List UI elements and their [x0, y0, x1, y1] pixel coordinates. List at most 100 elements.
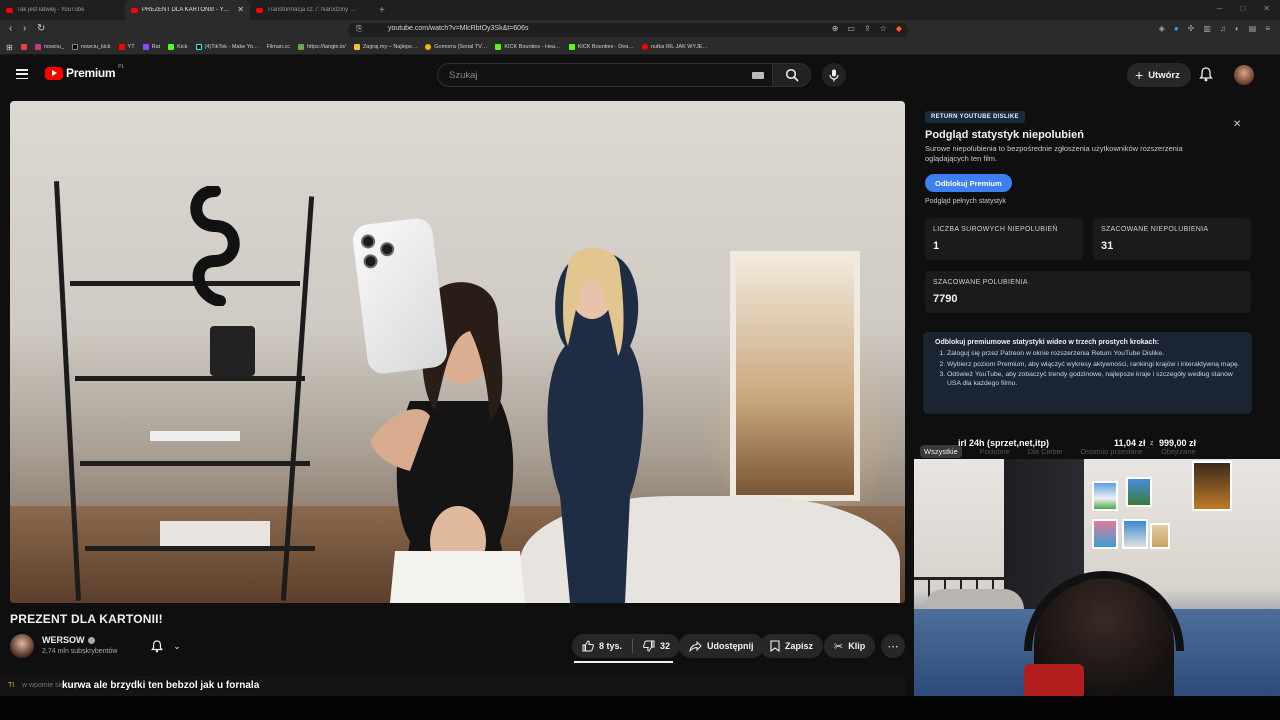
bookmark-label: (4)TikTok - Make Yo…	[204, 44, 259, 50]
bookmark-item[interactable]: nowciu_kick	[71, 44, 111, 50]
chevron-down-icon: ⌄	[173, 640, 181, 651]
bookmark-item[interactable]: Gomorra (Serial TV…	[425, 44, 487, 50]
extensions-area: ◈ ● ✣ ▥ ♫ ◐ ▤ ≡	[1159, 24, 1270, 33]
keyboard-icon[interactable]	[752, 72, 764, 79]
create-button[interactable]: + Utwórz	[1127, 63, 1191, 87]
video-scene-doorway	[730, 251, 860, 501]
forward-icon[interactable]: ›	[23, 23, 26, 34]
menu-icon[interactable]: ≡	[1265, 24, 1270, 33]
tab-title: PREZENT DLA KARTONII! - YouTube	[142, 7, 232, 13]
bookmark-item[interactable]: KICK Bounties - Dea…	[568, 44, 634, 50]
streamer-webcam-overlay	[914, 459, 1280, 696]
screen-icon[interactable]: ▭	[847, 24, 855, 33]
channel-avatar[interactable]	[10, 634, 34, 658]
dislike-button[interactable]: 32	[633, 640, 680, 652]
close-icon[interactable]: ✕	[1233, 119, 1241, 130]
step-item: Odśwież YouTube, aby zobaczyć trendy god…	[947, 371, 1240, 388]
bookmark-label: YT	[127, 44, 135, 50]
video-player[interactable]	[10, 101, 905, 603]
window-controls: ─ □ ✕	[1217, 4, 1270, 13]
goal-amount: 11,04 zł	[1114, 438, 1146, 448]
bookmark-item[interactable]: Zagraj.my – Najleps…	[353, 44, 418, 50]
save-button[interactable]: Zapisz	[760, 634, 824, 658]
sculpture-decor	[190, 186, 240, 306]
share-button[interactable]: Udostępnij	[679, 634, 764, 658]
create-label: Utwórz	[1148, 69, 1180, 81]
kick-icon	[568, 44, 575, 50]
clip-label: Klip	[848, 641, 866, 651]
extension-icon[interactable]: ●	[1174, 24, 1179, 33]
share-icon[interactable]: ⇪	[864, 24, 871, 33]
browser-tab-1[interactable]: Tak jest łatwiej - YouTube	[0, 0, 125, 20]
ryd-badge: RETURN YOUTUBE DISLIKE	[925, 111, 1025, 123]
sidebar-icon[interactable]: ▥	[1203, 24, 1211, 33]
zoom-icon[interactable]: ⊕	[832, 24, 839, 33]
extension-icon[interactable]: ◈	[1159, 24, 1165, 33]
bookmark-item[interactable]: https://tangle.io/	[297, 44, 346, 50]
like-ratio-bar	[574, 661, 673, 663]
close-tab-icon[interactable]: ✕	[237, 5, 244, 14]
wallet-icon[interactable]: ◐	[1235, 24, 1240, 33]
bookmark-item[interactable]: nowciu_	[34, 44, 64, 50]
subscription-notifications-button[interactable]: ⌄	[141, 634, 191, 658]
reload-icon[interactable]: ↻	[37, 23, 45, 34]
voice-search-button[interactable]	[822, 63, 846, 87]
media-icon[interactable]: ♫	[1220, 24, 1226, 33]
like-button[interactable]: 8 tys.	[572, 640, 632, 652]
close-window-icon[interactable]: ✕	[1263, 4, 1270, 13]
download-icon[interactable]: ▤	[1249, 24, 1257, 33]
maximize-icon[interactable]: □	[1240, 4, 1245, 13]
bookmark-item[interactable]: (4)TikTok - Make Yo…	[195, 44, 259, 50]
x-icon	[71, 44, 78, 50]
bottom-black-bar	[0, 696, 1280, 720]
bookmark-item[interactable]: nutka IRL JAK WYJE…	[641, 44, 708, 50]
full-stats-link[interactable]: Podgląd pełnych statystyk	[925, 198, 1006, 205]
unlock-premium-button[interactable]: Odblokuj Premium	[925, 174, 1012, 192]
notifications-bell-icon[interactable]	[1199, 67, 1213, 82]
streamer-shirt	[1024, 664, 1084, 696]
search-button[interactable]	[773, 63, 811, 87]
bookmark-label: Kick	[177, 44, 188, 50]
verified-icon	[87, 636, 95, 644]
url-field[interactable]: ⎘ youtube.com/watch?v=MlcRbtOy3Sk&t=606s…	[348, 23, 908, 37]
brave-shield-icon[interactable]: ◆	[896, 24, 902, 33]
bookmark-item[interactable]	[20, 44, 27, 50]
bookmark-icon[interactable]: ⎘	[356, 24, 362, 34]
goal-target: 999,00 zł	[1159, 438, 1197, 448]
search-input[interactable]: Szukaj	[437, 63, 773, 87]
like-ratio-fill	[574, 661, 673, 663]
guide-menu-icon[interactable]	[16, 69, 28, 79]
bookmark-item[interactable]: YT	[118, 44, 135, 50]
bookmark-item[interactable]: Kick	[168, 44, 188, 50]
browser-tab-3[interactable]: Transformacja cz.7: Narodziny Sołsłu…	[250, 0, 375, 20]
star-icon[interactable]: ☆	[880, 24, 887, 33]
thumbs-down-icon	[643, 640, 655, 652]
account-avatar[interactable]	[1234, 65, 1254, 85]
new-tab-button[interactable]: +	[379, 5, 385, 16]
channel-name-row[interactable]: WERSOW	[42, 635, 95, 645]
bookmark-label: Zagraj.my – Najleps…	[362, 44, 418, 50]
tiktok-icon	[195, 44, 202, 50]
favicon-icon	[425, 44, 432, 50]
books-decor	[150, 431, 240, 441]
video-title: PREZENT DLA KARTONII!	[10, 612, 163, 626]
camera-lens-icon	[360, 233, 376, 250]
bookmark-label: https://tangle.io/	[306, 44, 346, 50]
apps-icon[interactable]: ⊞	[6, 43, 13, 52]
bookmark-item[interactable]: Filman.cc	[266, 44, 290, 50]
browser-tab-2[interactable]: PREZENT DLA KARTONII! - YouTube ✕	[125, 0, 250, 20]
extensions-puzzle-icon[interactable]: ✣	[1188, 24, 1195, 33]
steps-list: Zaloguj się przez Patreon w oknie rozsze…	[935, 350, 1240, 388]
stat-value: 31	[1101, 240, 1114, 252]
kick-icon	[495, 44, 502, 50]
bookmark-item[interactable]: Rat	[142, 44, 160, 50]
clip-button[interactable]: ✂ Klip	[824, 634, 876, 658]
instagram-icon	[34, 44, 41, 50]
bookmark-label: KICK Bounties - Dea…	[577, 44, 634, 50]
back-icon[interactable]: ‹	[9, 23, 12, 34]
minimize-icon[interactable]: ─	[1217, 4, 1223, 13]
shelf-board	[80, 461, 310, 466]
more-actions-button[interactable]: ⋯	[881, 634, 905, 658]
youtube-premium-logo[interactable]: Premium PL	[45, 64, 124, 80]
bookmark-item[interactable]: KICK Bounties - Hea…	[495, 44, 561, 50]
